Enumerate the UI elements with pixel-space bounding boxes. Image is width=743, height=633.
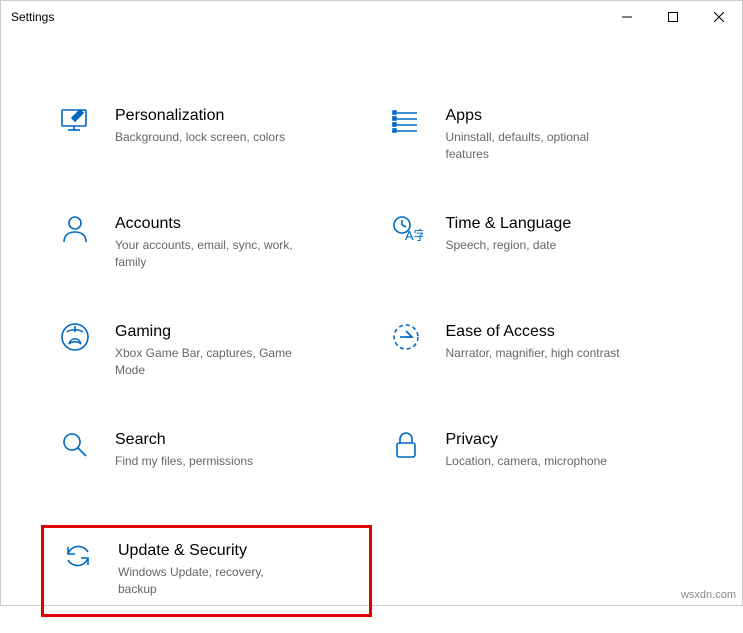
tile-gaming[interactable]: Gaming Xbox Game Bar, captures, Game Mod… — [41, 309, 372, 401]
personalization-icon — [57, 103, 93, 139]
svg-text:A字: A字 — [405, 228, 423, 243]
accounts-icon — [57, 211, 93, 247]
tile-title: Time & Language — [446, 215, 572, 233]
tile-desc: Speech, region, date — [446, 237, 572, 254]
window-title: Settings — [11, 10, 54, 24]
tile-desc: Uninstall, defaults, optional features — [446, 129, 626, 163]
tile-title: Search — [115, 431, 253, 449]
ease-of-access-icon — [388, 319, 424, 355]
tile-desc: Background, lock screen, colors — [115, 129, 285, 146]
tile-accounts[interactable]: Accounts Your accounts, email, sync, wor… — [41, 201, 372, 293]
close-icon — [714, 12, 724, 22]
update-icon — [60, 538, 96, 574]
tile-update-security[interactable]: Update & Security Windows Update, recove… — [41, 525, 372, 617]
tile-title: Gaming — [115, 323, 295, 341]
maximize-button[interactable] — [650, 1, 696, 33]
apps-icon — [388, 103, 424, 139]
tile-title: Ease of Access — [446, 323, 620, 341]
tile-apps[interactable]: Apps Uninstall, defaults, optional featu… — [372, 93, 703, 185]
privacy-icon — [388, 427, 424, 463]
tile-title: Privacy — [446, 431, 607, 449]
time-language-icon: A字 — [388, 211, 424, 247]
tile-title: Apps — [446, 107, 626, 125]
watermark: wsxdn.com — [681, 589, 736, 601]
tile-desc: Your accounts, email, sync, work, family — [115, 237, 295, 271]
tile-personalization[interactable]: Personalization Background, lock screen,… — [41, 93, 372, 185]
tile-time-language[interactable]: A字 Time & Language Speech, region, date — [372, 201, 703, 293]
tile-ease-of-access[interactable]: Ease of Access Narrator, magnifier, high… — [372, 309, 703, 401]
settings-grid: Personalization Background, lock screen,… — [1, 33, 742, 633]
search-icon — [57, 427, 93, 463]
titlebar: Settings — [1, 1, 742, 33]
maximize-icon — [668, 12, 678, 22]
tile-desc: Xbox Game Bar, captures, Game Mode — [115, 345, 295, 379]
minimize-icon — [622, 12, 632, 22]
tile-title: Accounts — [115, 215, 295, 233]
tile-title: Personalization — [115, 107, 285, 125]
tile-desc: Windows Update, recovery, backup — [118, 564, 298, 598]
minimize-button[interactable] — [604, 1, 650, 33]
tile-desc: Narrator, magnifier, high contrast — [446, 345, 620, 362]
gaming-icon — [57, 319, 93, 355]
window-controls — [604, 1, 742, 33]
tile-desc: Location, camera, microphone — [446, 453, 607, 470]
tile-privacy[interactable]: Privacy Location, camera, microphone — [372, 417, 703, 509]
tile-desc: Find my files, permissions — [115, 453, 253, 470]
close-button[interactable] — [696, 1, 742, 33]
tile-search[interactable]: Search Find my files, permissions — [41, 417, 372, 509]
tile-title: Update & Security — [118, 542, 298, 560]
